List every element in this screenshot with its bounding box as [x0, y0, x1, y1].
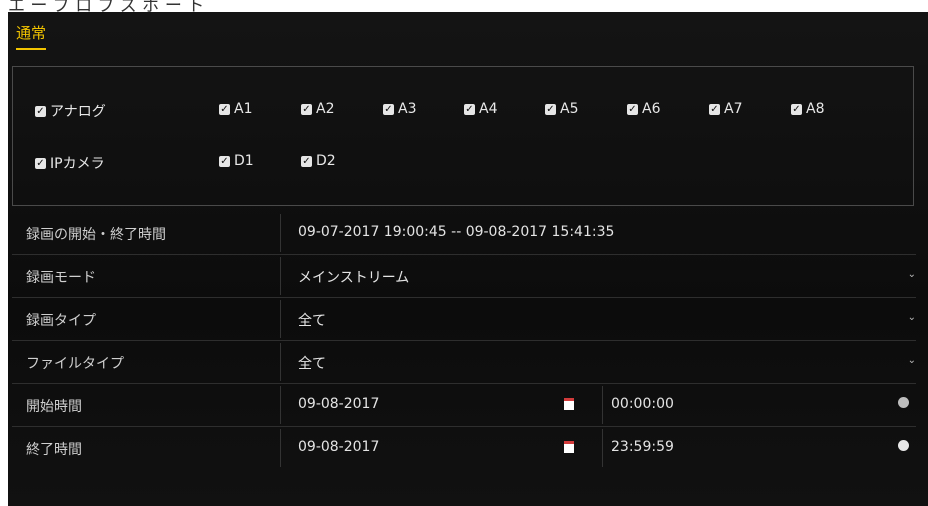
end-time-field[interactable]: 23:59:59 [602, 429, 913, 467]
channel-checkbox-a7[interactable]: ✓ A7 [709, 101, 742, 117]
checkbox-checked-icon[interactable]: ✓ [35, 157, 46, 169]
rec-period-label: 録画の開始・終了時間 [26, 227, 166, 243]
checkbox-checked-icon[interactable]: ✓ [301, 103, 312, 115]
ip-camera-label: IPカメラ [50, 156, 105, 172]
channel-label: A6 [642, 101, 661, 117]
rec-period-value: 09-07-2017 19:00:45 -- 09-08-2017 15:41:… [298, 224, 615, 240]
channel-label: A8 [806, 101, 825, 117]
channel-label: D1 [234, 153, 254, 169]
rec-type-row[interactable]: 録画タイプ 全て ⌄ [12, 298, 916, 341]
end-time-label: 終了時間 [26, 442, 82, 458]
analog-row: ✓ アナログ ✓ A1 ✓ A2 ✓ A3 ✓ A4 ✓ A5 ✓ A6 ✓ A… [13, 101, 913, 123]
divider [280, 257, 281, 295]
chevron-down-icon[interactable]: ⌄ [908, 269, 916, 280]
calendar-icon[interactable] [564, 398, 574, 410]
divider [280, 386, 281, 424]
start-date-value[interactable]: 09-08-2017 [298, 396, 379, 412]
channel-checkbox-a6[interactable]: ✓ A6 [627, 101, 660, 117]
channel-label: A7 [724, 101, 743, 117]
channel-label: D2 [316, 153, 336, 169]
start-time-field[interactable]: 00:00:00 [602, 386, 913, 424]
divider [280, 300, 281, 338]
chevron-down-icon[interactable]: ⌄ [908, 355, 916, 366]
channel-checkbox-a4[interactable]: ✓ A4 [464, 101, 497, 117]
checkbox-checked-icon[interactable]: ✓ [709, 103, 720, 115]
checkbox-checked-icon[interactable]: ✓ [219, 103, 230, 115]
ip-camera-group-checkbox[interactable]: ✓ IPカメラ [35, 153, 105, 173]
tab-general[interactable]: 通常 [16, 22, 47, 50]
window-title: エ ー ブ ロ ブ ズ ボ ー ト [8, 0, 205, 12]
start-date-field[interactable]: 09-08-2017 [282, 386, 600, 424]
channel-label: A3 [398, 101, 417, 117]
end-date-field[interactable]: 09-08-2017 [282, 429, 600, 467]
checkbox-checked-icon[interactable]: ✓ [383, 103, 394, 115]
ip-camera-row: ✓ IPカメラ ✓ D1 ✓ D2 [13, 153, 913, 175]
rec-type-select[interactable]: 全て [298, 310, 326, 330]
file-type-row[interactable]: ファイルタイプ 全て ⌄ [12, 341, 916, 384]
export-panel: 通常 ✓ アナログ ✓ A1 ✓ A2 ✓ A3 ✓ A4 ✓ A5 ✓ A6 … [8, 12, 928, 506]
channel-label: A2 [316, 101, 335, 117]
checkbox-checked-icon[interactable]: ✓ [301, 155, 312, 167]
start-time-value[interactable]: 00:00:00 [611, 396, 674, 412]
channel-checkbox-a2[interactable]: ✓ A2 [301, 101, 334, 117]
divider [280, 429, 281, 467]
rec-mode-label: 録画モード [26, 270, 96, 286]
channel-checkbox-a8[interactable]: ✓ A8 [791, 101, 824, 117]
checkbox-checked-icon[interactable]: ✓ [627, 103, 638, 115]
end-time-value[interactable]: 23:59:59 [611, 439, 674, 455]
analog-label: アナログ [50, 104, 106, 120]
clock-icon[interactable] [898, 397, 909, 408]
calendar-icon[interactable] [564, 441, 574, 453]
rec-mode-row[interactable]: 録画モード メインストリーム ⌄ [12, 255, 916, 298]
rec-mode-select[interactable]: メインストリーム [298, 267, 409, 287]
channel-label: A5 [560, 101, 579, 117]
start-time-row: 開始時間 09-08-2017 00:00:00 [12, 384, 916, 427]
file-type-select[interactable]: 全て [298, 353, 326, 373]
channel-checkbox-a1[interactable]: ✓ A1 [219, 101, 252, 117]
channel-label: A4 [479, 101, 498, 117]
channel-checkbox-d1[interactable]: ✓ D1 [219, 153, 254, 169]
end-date-value[interactable]: 09-08-2017 [298, 439, 379, 455]
divider [280, 343, 281, 381]
channel-selection-box: ✓ アナログ ✓ A1 ✓ A2 ✓ A3 ✓ A4 ✓ A5 ✓ A6 ✓ A… [12, 66, 914, 206]
file-type-label: ファイルタイプ [26, 356, 124, 372]
checkbox-checked-icon[interactable]: ✓ [545, 103, 556, 115]
checkbox-checked-icon[interactable]: ✓ [219, 155, 230, 167]
end-time-row: 終了時間 09-08-2017 23:59:59 [12, 427, 916, 469]
analog-group-checkbox[interactable]: ✓ アナログ [35, 101, 106, 121]
clock-icon[interactable] [898, 440, 909, 451]
checkbox-checked-icon[interactable]: ✓ [35, 105, 46, 117]
divider [280, 214, 281, 252]
channel-checkbox-a3[interactable]: ✓ A3 [383, 101, 416, 117]
rec-period-row: 録画の開始・終了時間 09-07-2017 19:00:45 -- 09-08-… [12, 212, 916, 255]
start-time-label: 開始時間 [26, 399, 82, 415]
window-title-strip: エ ー ブ ロ ブ ズ ボ ー ト [0, 0, 928, 12]
search-form: 録画の開始・終了時間 09-07-2017 19:00:45 -- 09-08-… [12, 212, 916, 469]
checkbox-checked-icon[interactable]: ✓ [791, 103, 802, 115]
channel-checkbox-a5[interactable]: ✓ A5 [545, 101, 578, 117]
channel-checkbox-d2[interactable]: ✓ D2 [301, 153, 336, 169]
chevron-down-icon[interactable]: ⌄ [908, 312, 916, 323]
rec-type-label: 録画タイプ [26, 313, 96, 329]
checkbox-checked-icon[interactable]: ✓ [464, 103, 475, 115]
channel-label: A1 [234, 101, 253, 117]
